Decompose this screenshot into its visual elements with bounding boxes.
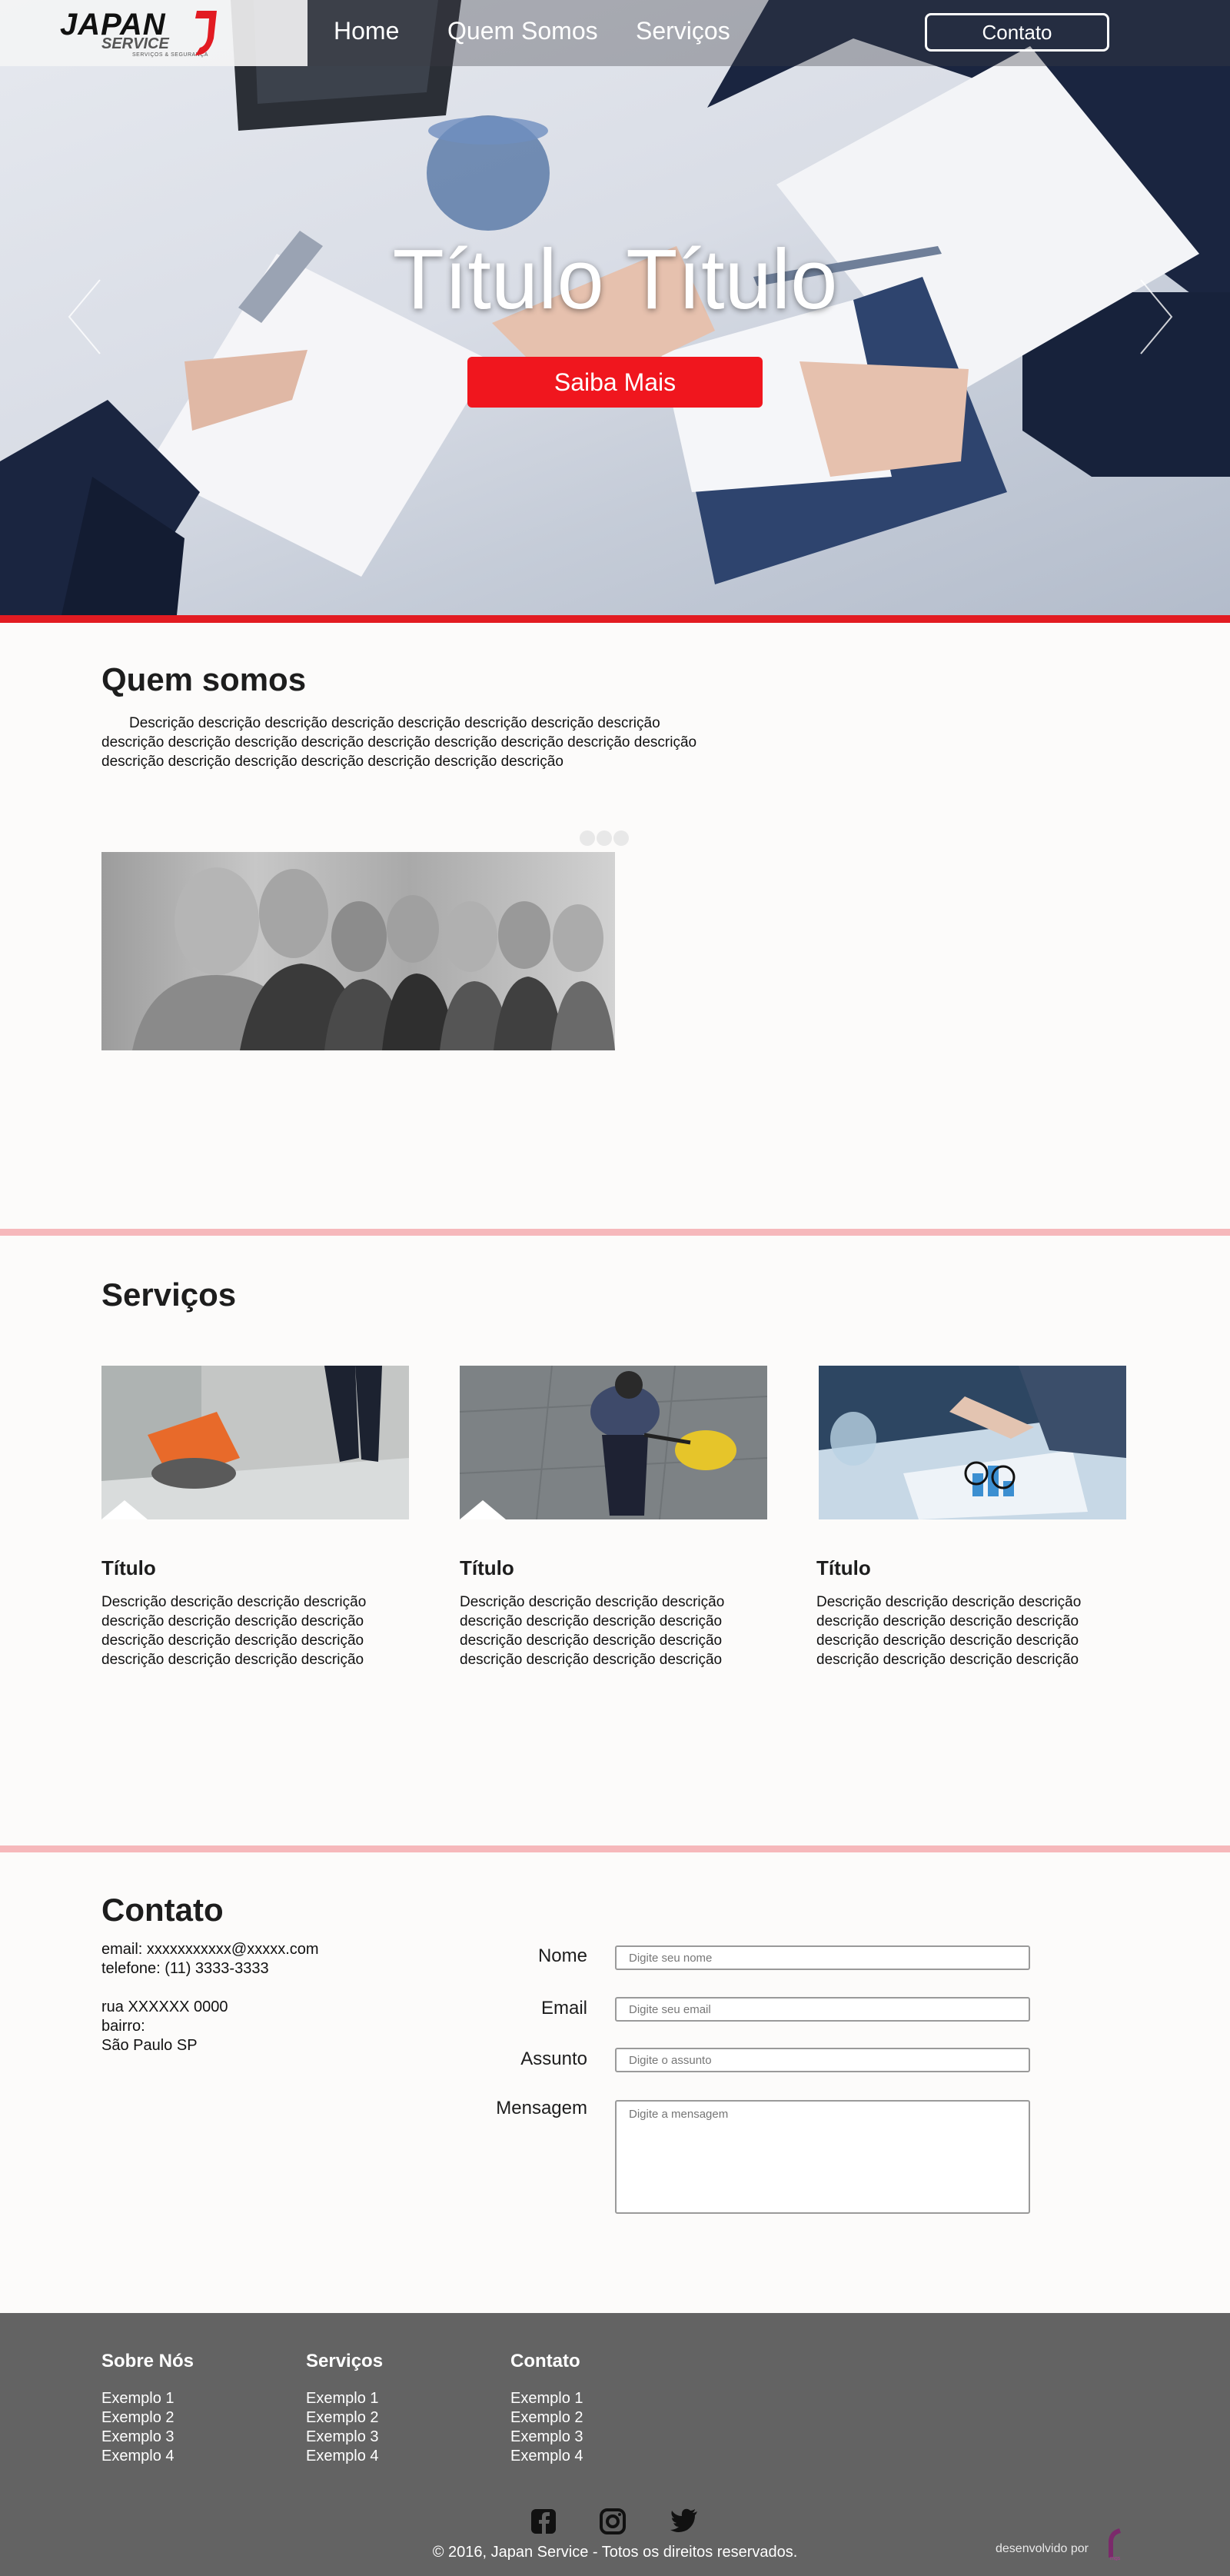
- logo[interactable]: JAPAN SERVICE SERVIÇOS & SEGURANÇA: [0, 0, 308, 66]
- contact-city: São Paulo SP: [101, 2037, 198, 2054]
- service-title-2: Título: [460, 1556, 514, 1579]
- about-title: Quem somos: [101, 661, 307, 697]
- nav-home[interactable]: Home: [334, 17, 399, 45]
- footer-link[interactable]: Exemplo 2: [101, 2409, 175, 2427]
- footer-heading-sobre: Sobre Nós: [101, 2351, 194, 2371]
- contact-info: email: xxxxxxxxxxx@xxxxx.com telefone: (…: [101, 1940, 319, 2055]
- twitter-icon[interactable]: [670, 2508, 698, 2533]
- service-description-1: Descrição descrição descrição descrição …: [101, 1594, 367, 1668]
- footer-link[interactable]: Exemplo 1: [101, 2390, 175, 2408]
- hero-divider: [0, 615, 1230, 623]
- service-image-1: [101, 1366, 409, 1519]
- instagram-icon[interactable]: [600, 2508, 626, 2534]
- developer-logo-icon[interactable]: mgs: [1104, 2527, 1127, 2561]
- hero-banner: JAPAN SERVICE SERVIÇOS & SEGURANÇA Home …: [0, 0, 1230, 615]
- service-description-2: Descrição descrição descrição descrição …: [460, 1594, 725, 1668]
- contact-phone: telefone: (11) 3333-3333: [101, 1960, 269, 1977]
- carousel-dot[interactable]: [613, 830, 629, 846]
- developer-credit: desenvolvido por: [996, 2542, 1089, 2555]
- carousel-dots: [580, 830, 630, 850]
- svg-text:mgs: mgs: [1110, 2556, 1121, 2561]
- saiba-mais-button[interactable]: Saiba Mais: [467, 357, 763, 408]
- footer-link[interactable]: Exemplo 4: [101, 2448, 175, 2465]
- carousel-dot[interactable]: [580, 830, 595, 846]
- contact-street: rua XXXXXX 0000: [101, 1999, 228, 2015]
- footer-link[interactable]: Exemplo 4: [306, 2448, 379, 2465]
- subject-input[interactable]: [615, 2048, 1030, 2072]
- service-title-1: Título: [101, 1556, 156, 1579]
- contact-email: email: xxxxxxxxxxx@xxxxx.com: [101, 1941, 319, 1958]
- section-divider: [0, 1845, 1230, 1852]
- email-label: Email: [540, 1998, 587, 2019]
- message-textarea[interactable]: [615, 2100, 1030, 2214]
- logo-subword: SERVICE: [101, 35, 169, 52]
- name-label: Nome: [537, 1945, 587, 1966]
- contact-district: bairro:: [101, 2018, 145, 2035]
- service-title-3: Título: [816, 1556, 871, 1579]
- logo-swoosh-icon: [195, 11, 217, 55]
- message-label: Mensagem: [496, 2098, 587, 2118]
- footer-heading-contato: Contato: [510, 2351, 580, 2371]
- name-input[interactable]: [615, 1945, 1030, 1970]
- footer-link[interactable]: Exemplo 3: [306, 2428, 379, 2446]
- subject-label: Assunto: [520, 2048, 587, 2069]
- section-divider: [0, 1229, 1230, 1236]
- footer-link[interactable]: Exemplo 2: [306, 2409, 379, 2427]
- service-image-2: [460, 1366, 767, 1519]
- services-title: Serviços: [101, 1276, 237, 1313]
- footer-link[interactable]: Exemplo 1: [510, 2390, 583, 2408]
- footer-link[interactable]: Exemplo 1: [306, 2390, 379, 2408]
- nav-quem-somos[interactable]: Quem Somos: [447, 17, 598, 45]
- carousel-dot[interactable]: [597, 830, 612, 846]
- service-description-3: Descrição descrição descrição descrição …: [816, 1594, 1082, 1668]
- footer-link[interactable]: Exemplo 4: [510, 2448, 583, 2465]
- hero-title: Título Título: [392, 232, 838, 327]
- footer-link[interactable]: Exemplo 3: [510, 2428, 583, 2446]
- about-description: Descrição descrição descrição descrição …: [101, 715, 697, 770]
- nav-contato-button[interactable]: Contato: [925, 13, 1109, 52]
- contact-title: Contato: [101, 1892, 224, 1928]
- facebook-icon[interactable]: [530, 2508, 557, 2534]
- footer-link[interactable]: Exemplo 3: [101, 2428, 175, 2446]
- nav-servicos[interactable]: Serviços: [636, 17, 730, 45]
- footer-heading-servicos: Serviços: [306, 2351, 384, 2371]
- team-photo: [101, 852, 615, 1050]
- service-image-3: [819, 1366, 1126, 1519]
- email-input[interactable]: [615, 1997, 1030, 2022]
- footer-link[interactable]: Exemplo 2: [510, 2409, 583, 2427]
